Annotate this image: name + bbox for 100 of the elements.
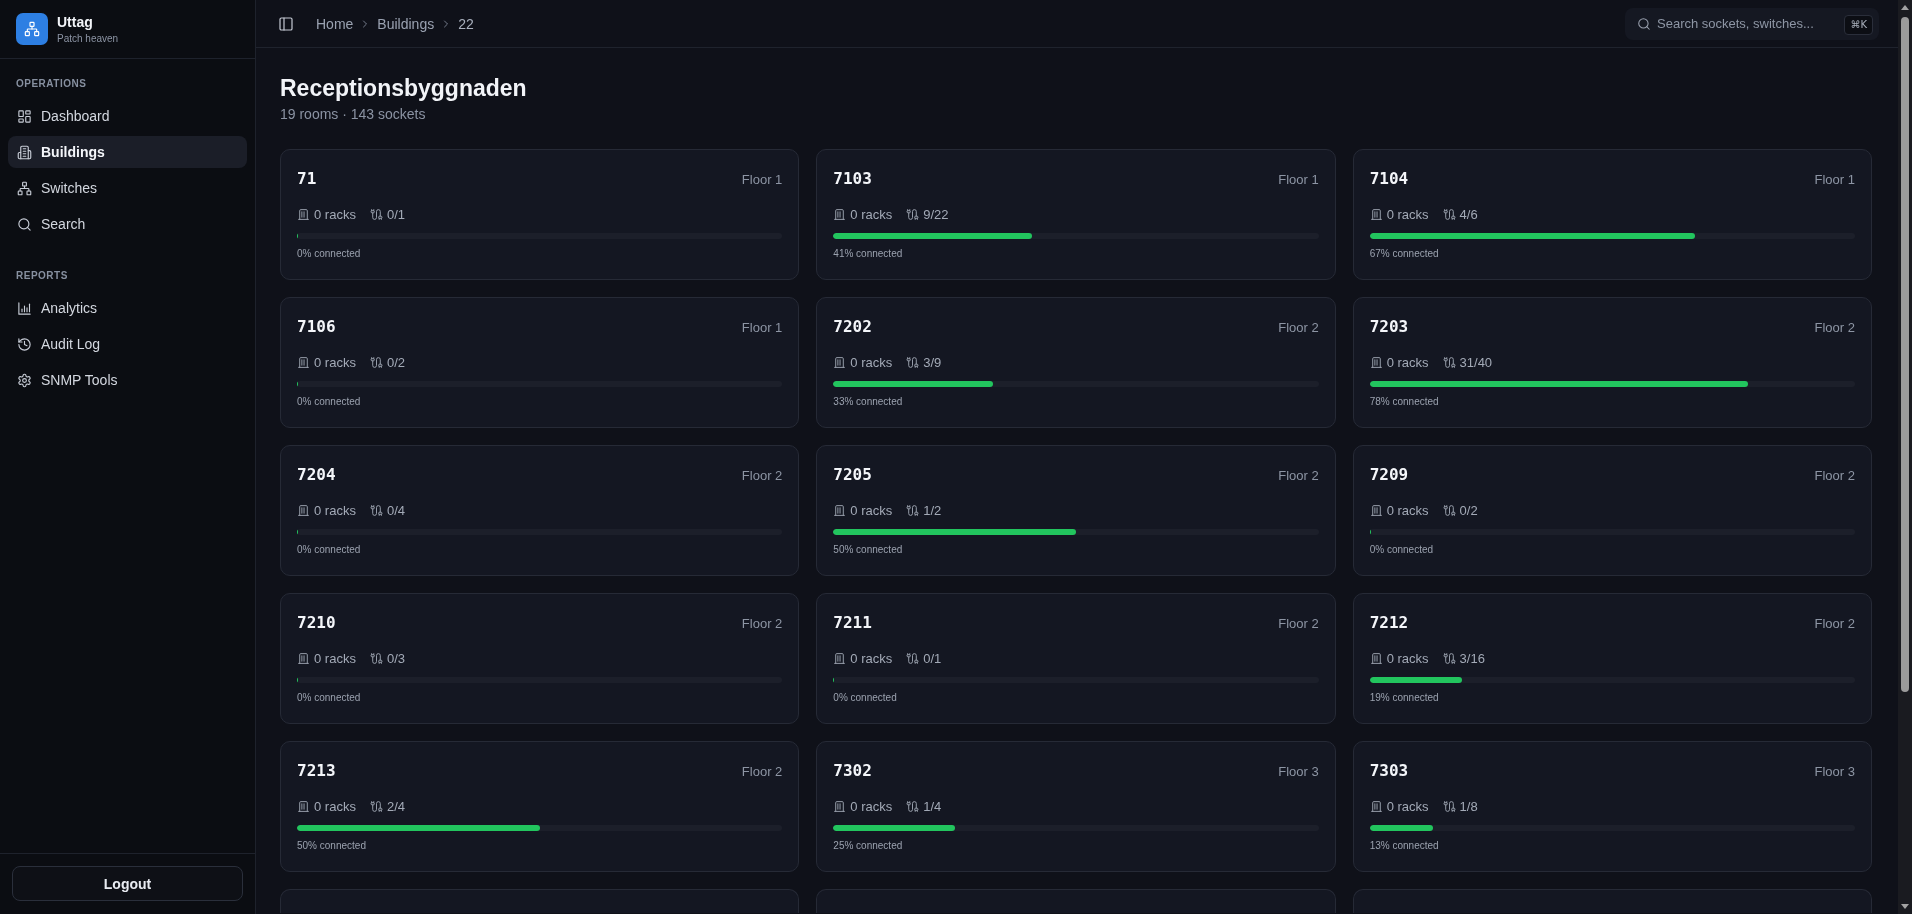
- connected-label: 41% connected: [833, 248, 904, 260]
- room-card[interactable]: [280, 889, 800, 913]
- connected-label: 25% connected: [833, 840, 904, 852]
- room-card[interactable]: 7212 Floor 2 0 racks 3/16 19% connected: [1352, 593, 1872, 724]
- socket-count: 0/2: [386, 354, 405, 370]
- cable-icon: [906, 503, 920, 517]
- connected-label: 19% connected: [1369, 692, 1440, 704]
- sidebar-item[interactable]: Search: [8, 208, 247, 240]
- cable-icon: [369, 799, 383, 813]
- sidebar-item[interactable]: Buildings: [8, 136, 247, 168]
- rack-count: 0 racks: [850, 502, 893, 518]
- sidebar-item[interactable]: Analytics: [8, 292, 247, 324]
- rack-count: 0 racks: [850, 206, 893, 222]
- scroll-up-icon[interactable]: [1901, 5, 1909, 10]
- room-number: 7209: [1369, 465, 1409, 485]
- panel-icon: [278, 15, 294, 32]
- cabinet-icon: [1369, 799, 1383, 813]
- room-card[interactable]: 7302 Floor 3 0 racks 1/4 25% connected: [816, 741, 1336, 872]
- floor-label: Floor 2: [1278, 467, 1319, 483]
- floor-label: Floor 3: [1278, 763, 1319, 779]
- connected-label: 0% connected: [297, 248, 362, 260]
- room-number: 7103: [833, 169, 872, 189]
- settings-icon: [17, 372, 32, 388]
- room-card[interactable]: 7106 Floor 1 0 racks 0/2 0% connected: [280, 297, 800, 428]
- breadcrumb-link[interactable]: Buildings: [377, 15, 435, 32]
- floor-label: Floor 2: [1814, 467, 1855, 483]
- socket-count: 3/16: [1459, 650, 1485, 666]
- app-name: Uttag: [57, 13, 94, 30]
- rack-count: 0 racks: [314, 206, 356, 222]
- socket-count: 1/8: [1459, 798, 1478, 814]
- connected-label: 50% connected: [833, 544, 904, 556]
- cabinet-icon: [1369, 503, 1383, 517]
- rack-count: 0 racks: [1386, 354, 1429, 370]
- room-card[interactable]: 7204 Floor 2 0 racks 0/4 0% connected: [280, 445, 800, 576]
- cable-icon: [1442, 651, 1456, 665]
- rack-count: 0 racks: [314, 502, 356, 518]
- floor-label: Floor 2: [741, 615, 783, 631]
- room-card[interactable]: 7205 Floor 2 0 racks 1/2 50% connected: [816, 445, 1336, 576]
- room-card[interactable]: 71 Floor 1 0 racks 0/1 0% connected: [280, 149, 800, 280]
- cable-icon: [906, 651, 920, 665]
- cabinet-icon: [297, 207, 310, 221]
- socket-count: 0/1: [386, 206, 405, 222]
- floor-label: Floor 2: [1278, 319, 1319, 335]
- sidebar-item[interactable]: Audit Log: [8, 328, 247, 360]
- cable-icon: [1442, 355, 1456, 369]
- room-card[interactable]: 7103 Floor 1 0 racks 9/22 41% connected: [816, 149, 1336, 280]
- rack-count: 0 racks: [850, 798, 893, 814]
- sidebar-item[interactable]: SNMP Tools: [8, 364, 247, 396]
- logo-icon: [16, 13, 48, 45]
- room-card[interactable]: 7209 Floor 2 0 racks 0/2 0% connected: [1352, 445, 1872, 576]
- floor-label: Floor 3: [1814, 763, 1855, 779]
- socket-count: 1/4: [923, 798, 942, 814]
- room-card[interactable]: 7203 Floor 2 0 racks 31/40 78% connected: [1352, 297, 1872, 428]
- cabinet-icon: [833, 503, 847, 517]
- rack-count: 0 racks: [314, 354, 356, 370]
- sidebar-toggle-button[interactable]: [278, 15, 294, 32]
- room-card[interactable]: 7213 Floor 2 0 racks 2/4 50% connected: [280, 741, 800, 872]
- room-number: 7213: [297, 761, 336, 781]
- room-card[interactable]: 7303 Floor 3 0 racks 1/8 13% connected: [1352, 741, 1872, 872]
- cabinet-icon: [1369, 207, 1383, 221]
- rack-count: 0 racks: [1386, 206, 1429, 222]
- cable-icon: [906, 355, 920, 369]
- cable-icon: [369, 651, 383, 665]
- connected-label: 33% connected: [833, 396, 904, 408]
- floor-label: Floor 2: [1814, 615, 1855, 631]
- socket-count: 0/3: [386, 650, 405, 666]
- room-card[interactable]: 7104 Floor 1 0 racks 4/6 67% connected: [1352, 149, 1872, 280]
- rack-count: 0 racks: [1386, 650, 1429, 666]
- room-number: 7302: [833, 761, 872, 781]
- cabinet-icon: [833, 207, 847, 221]
- room-number: 7212: [1369, 613, 1409, 633]
- room-number: 7106: [297, 317, 336, 337]
- breadcrumb-link[interactable]: Home: [316, 15, 354, 32]
- socket-count: 9/22: [923, 206, 949, 222]
- sidebar-item[interactable]: Dashboard: [8, 100, 247, 132]
- floor-label: Floor 1: [741, 319, 783, 335]
- floor-label: Floor 1: [741, 171, 783, 187]
- scroll-down-icon[interactable]: [1901, 904, 1909, 909]
- rack-count: 0 racks: [850, 354, 893, 370]
- socket-count: 3/9: [923, 354, 942, 370]
- room-card[interactable]: 7210 Floor 2 0 racks 0/3 0% connected: [280, 593, 800, 724]
- room-card[interactable]: [816, 889, 1336, 913]
- connected-label: 13% connected: [1369, 840, 1440, 852]
- page-summary: 19 rooms · 143 sockets: [280, 105, 427, 123]
- logout-button[interactable]: Logout: [12, 866, 243, 901]
- room-card[interactable]: [1352, 889, 1872, 913]
- section-label: OPERATIONS: [15, 77, 88, 91]
- cable-icon: [369, 503, 383, 517]
- cabinet-icon: [297, 355, 310, 369]
- sidebar-item[interactable]: Switches: [8, 172, 247, 204]
- room-card[interactable]: 7202 Floor 2 0 racks 3/9 33% connected: [816, 297, 1336, 428]
- socket-count: 4/6: [1459, 206, 1478, 222]
- scrollbar-thumb[interactable]: [1901, 17, 1909, 692]
- cabinet-icon: [1369, 355, 1383, 369]
- rack-count: 0 racks: [314, 798, 356, 814]
- cable-icon: [1442, 207, 1456, 221]
- room-number: 7211: [833, 613, 872, 633]
- room-card[interactable]: 7211 Floor 2 0 racks 0/1 0% connected: [816, 593, 1336, 724]
- rack-count: 0 racks: [1386, 798, 1429, 814]
- search-icon: [17, 216, 32, 232]
